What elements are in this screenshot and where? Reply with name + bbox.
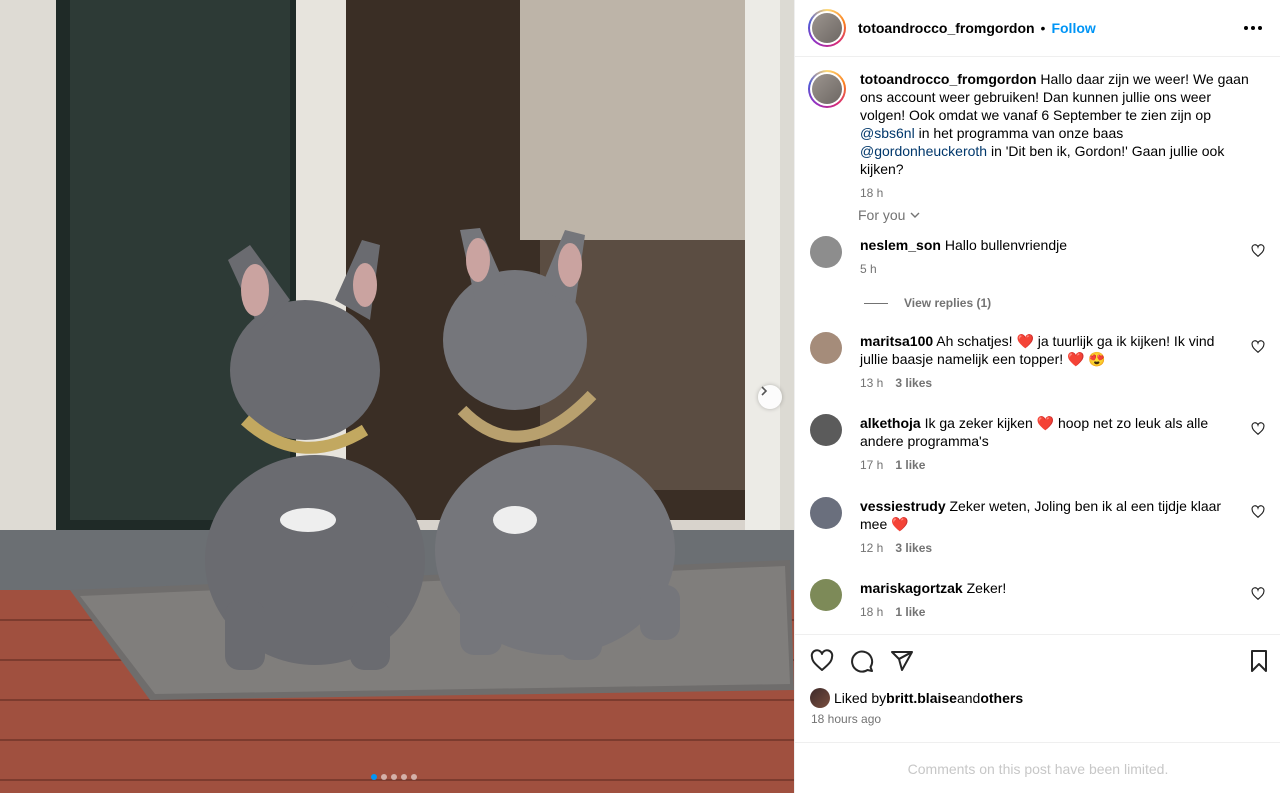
comment-likes[interactable]: 3 likes — [895, 374, 932, 392]
mention-link[interactable]: @sbs6nl — [860, 125, 915, 141]
liker-username[interactable]: britt.blaise — [886, 690, 957, 706]
post-caption: totoandrocco_fromgordon Hallo daar zijn … — [808, 70, 1268, 202]
comment-item: maritsa100 Ah schatjes! ❤️ ja tuurlijk g… — [810, 332, 1270, 392]
comment-time[interactable]: 13 h — [860, 374, 883, 392]
comment-heart-icon[interactable] — [1251, 244, 1265, 258]
comment-item: mariskagortzak Zeker! 18 h 1 like — [810, 579, 1270, 621]
comments-limited-notice: Comments on this post have been limited. — [795, 742, 1280, 793]
caption-time[interactable]: 18 h — [860, 184, 1250, 202]
comment-sort-label: For you — [858, 207, 906, 223]
commenter-username[interactable]: neslem_son — [860, 237, 941, 253]
heart-icon — [810, 649, 834, 671]
commenter-username[interactable]: vessiestrudy — [860, 498, 946, 514]
commenter-avatar[interactable] — [810, 414, 842, 446]
post-actions: Liked by britt.blaise and others 18 hour… — [795, 634, 1280, 793]
comment-item: neslem_son Hallo bullenvriendje 5 h — [810, 236, 1270, 278]
share-button[interactable] — [890, 649, 914, 676]
chevron-down-icon — [910, 212, 920, 218]
carousel-dot — [401, 774, 407, 780]
comment-time[interactable]: 5 h — [860, 260, 877, 278]
liked-by: Liked by britt.blaise and others — [810, 688, 1023, 708]
comment-likes[interactable]: 1 like — [895, 456, 925, 474]
view-replies-button[interactable]: View replies (1) — [864, 296, 991, 310]
post-timestamp[interactable]: 18 hours ago — [811, 712, 881, 726]
like-button[interactable] — [810, 649, 834, 676]
carousel-dot — [411, 774, 417, 780]
comment-item: alkethoja Ik ga zeker kijken ❤️ hoop net… — [810, 414, 1270, 474]
next-slide-button[interactable] — [758, 385, 782, 409]
comment-heart-icon[interactable] — [1251, 422, 1265, 436]
view-replies-label: View replies (1) — [904, 296, 992, 310]
carousel-dot — [371, 774, 377, 780]
follow-button[interactable]: Follow — [1051, 20, 1095, 36]
post-photo[interactable] — [0, 0, 794, 793]
comments-limited-text: Comments on this post have been limited. — [907, 760, 1169, 777]
post-side-panel: totoandrocco_fromgordon • Follow totoand… — [794, 0, 1280, 793]
commenter-avatar[interactable] — [810, 579, 842, 611]
comment-time[interactable]: 18 h — [860, 603, 883, 621]
comment-likes[interactable]: 1 like — [895, 603, 925, 621]
carousel-dot — [391, 774, 397, 780]
comment-likes[interactable]: 3 likes — [895, 539, 932, 557]
liker-avatar[interactable] — [810, 688, 830, 708]
caption-text: totoandrocco_fromgordon Hallo daar zijn … — [860, 71, 1249, 177]
likes-others-link[interactable]: others — [980, 690, 1023, 706]
comment-heart-icon[interactable] — [1251, 340, 1265, 354]
comment-sort-dropdown[interactable]: For you — [858, 207, 921, 223]
commenter-avatar[interactable] — [810, 497, 842, 529]
caption-avatar[interactable] — [808, 70, 846, 108]
comment-heart-icon[interactable] — [1251, 587, 1265, 601]
dogs-photo-illustration — [0, 0, 794, 793]
comment-button[interactable] — [850, 649, 874, 676]
commenter-avatar[interactable] — [810, 236, 842, 268]
bookmark-icon — [1251, 650, 1267, 672]
comment-text: Hallo bullenvriendje — [940, 237, 1068, 253]
caption-username[interactable]: totoandrocco_fromgordon — [860, 71, 1037, 87]
commenter-username[interactable]: maritsa100 — [860, 333, 933, 349]
comment-time[interactable]: 17 h — [860, 456, 883, 474]
mention-link[interactable]: @gordonheuckeroth — [860, 143, 987, 159]
commenter-username[interactable]: mariskagortzak — [860, 580, 963, 596]
comment-time[interactable]: 12 h — [860, 539, 883, 557]
author-avatar[interactable] — [808, 9, 846, 47]
comment-icon — [851, 650, 874, 673]
post-header: totoandrocco_fromgordon • Follow — [795, 0, 1280, 57]
carousel-indicator — [371, 774, 417, 780]
header-separator: • — [1040, 20, 1046, 36]
chevron-right-icon — [761, 386, 768, 396]
share-icon — [891, 651, 913, 671]
author-username[interactable]: totoandrocco_fromgordon — [858, 20, 1035, 36]
commenter-username[interactable]: alkethoja — [860, 415, 921, 431]
comment-text: Zeker! — [962, 580, 1007, 596]
more-options-icon[interactable] — [1240, 22, 1266, 34]
comment-heart-icon[interactable] — [1251, 505, 1265, 519]
save-button[interactable] — [1247, 649, 1271, 676]
carousel-dot — [381, 774, 387, 780]
comment-item: vessiestrudy Zeker weten, Joling ben ik … — [810, 497, 1270, 557]
commenter-avatar[interactable] — [810, 332, 842, 364]
